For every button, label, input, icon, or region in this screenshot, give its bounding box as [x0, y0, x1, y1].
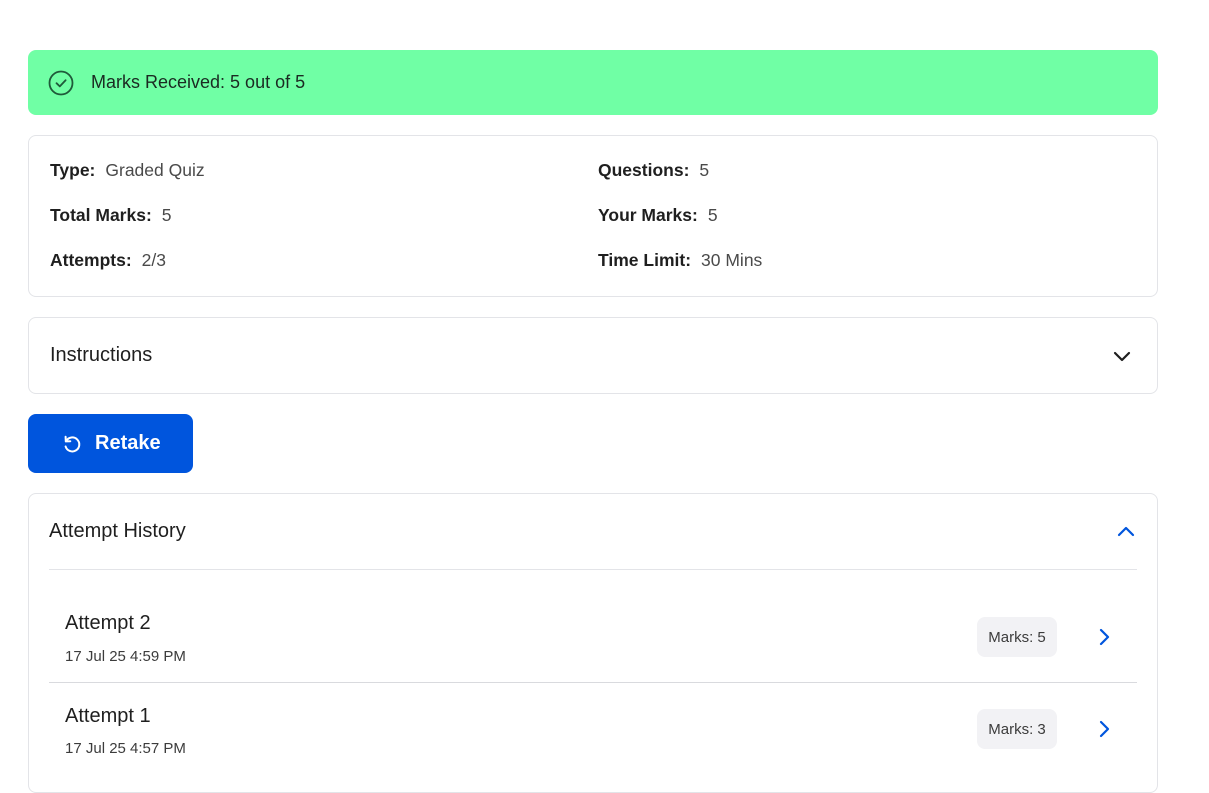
time-limit-label: Time Limit: [598, 250, 692, 270]
retake-label: Retake [95, 432, 161, 454]
time-limit-row: Time Limit: 30 Mins [598, 250, 762, 271]
total-marks-label: Total Marks: [50, 205, 152, 225]
your-marks-row: Your Marks: 5 [598, 205, 718, 226]
attempt-name: Attempt 2 [65, 612, 151, 634]
check-circle-icon [48, 70, 74, 96]
attempts-row: Attempts: 2/3 [50, 250, 166, 271]
questions-row: Questions: 5 [598, 160, 709, 181]
type-row: Type: Graded Quiz [50, 160, 205, 181]
type-value: Graded Quiz [105, 160, 205, 180]
instructions-title: Instructions [50, 344, 153, 366]
attempts-value: 2/3 [141, 250, 166, 270]
retake-button[interactable]: Retake [28, 414, 193, 473]
type-label: Type: [50, 160, 96, 180]
marks-received-banner: Marks Received: 5 out of 5 [28, 50, 1158, 115]
questions-value: 5 [699, 160, 710, 180]
attempt-history-title: Attempt History [49, 520, 186, 542]
instructions-accordion[interactable]: Instructions [28, 317, 1158, 394]
attempt-date: 17 Jul 25 4:59 PM [65, 648, 186, 665]
attempt-name: Attempt 1 [65, 705, 151, 727]
your-marks-label: Your Marks: [598, 205, 698, 225]
your-marks-value: 5 [707, 205, 718, 225]
total-marks-value: 5 [161, 205, 172, 225]
marks-badge: Marks: 3 [977, 709, 1057, 749]
attempt-history-panel: Attempt History Attempt 2 17 Jul 25 4:59… [28, 493, 1158, 793]
chevron-up-icon[interactable] [1115, 521, 1137, 543]
chevron-right-icon[interactable] [1093, 718, 1115, 740]
attempt-history-header[interactable]: Attempt History [49, 494, 1137, 570]
marks-badge: Marks: 5 [977, 617, 1057, 657]
attempt-row[interactable]: Attempt 2 17 Jul 25 4:59 PM Marks: 5 [49, 570, 1137, 683]
chevron-down-icon[interactable] [1111, 345, 1133, 367]
total-marks-row: Total Marks: 5 [50, 205, 172, 226]
retake-icon [61, 433, 83, 455]
chevron-right-icon[interactable] [1093, 626, 1115, 648]
time-limit-value: 30 Mins [701, 250, 763, 270]
marks-received-text: Marks Received: 5 out of 5 [91, 72, 306, 92]
questions-label: Questions: [598, 160, 690, 180]
quiz-result-page: Marks Received: 5 out of 5 Type: Graded … [28, 50, 1158, 793]
attempts-label: Attempts: [50, 250, 132, 270]
attempt-row[interactable]: Attempt 1 17 Jul 25 4:57 PM Marks: 3 [49, 683, 1137, 776]
quiz-info-card: Type: Graded Quiz Questions: 5 Total Mar… [28, 135, 1158, 297]
attempt-date: 17 Jul 25 4:57 PM [65, 740, 186, 757]
